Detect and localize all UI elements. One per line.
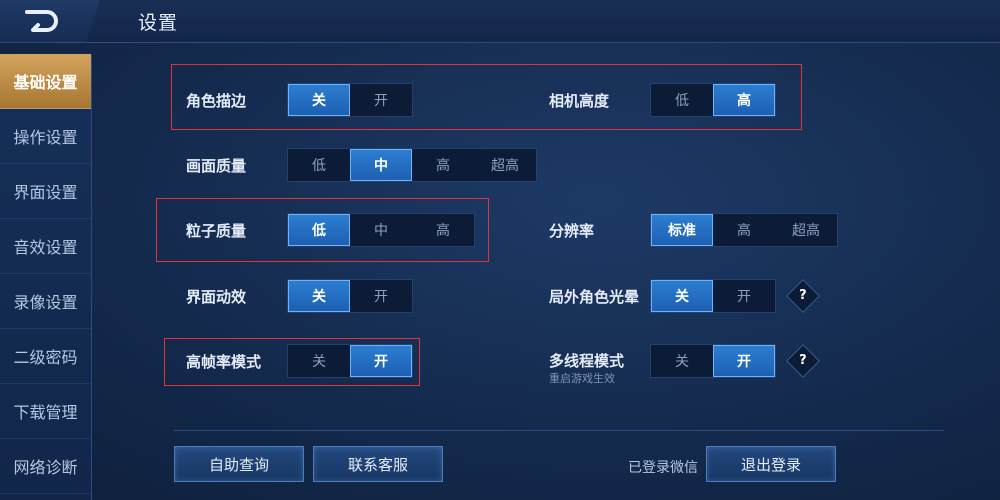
outline-option-on[interactable]: 开 [350,84,412,116]
high-fps-option-off[interactable]: 关 [288,345,350,377]
ui-effect-option-on[interactable]: 开 [350,280,412,312]
camera-height-label: 相机高度 [549,92,610,110]
quality-option-ultra[interactable]: 超高 [474,149,536,181]
ui-effect-toggle: 关 开 [287,279,413,313]
outside-glow-option-on[interactable]: 开 [713,280,775,312]
logout-button[interactable]: 退出登录 [706,446,836,482]
multithread-label: 多线程模式 [549,352,625,370]
multithread-option-on[interactable]: 开 [713,345,775,377]
camera-option-high[interactable]: 高 [713,84,775,116]
camera-option-low[interactable]: 低 [651,84,713,116]
high-fps-toggle: 关 开 [287,344,413,378]
sidebar-item-basic[interactable]: 基础设置 [0,54,91,109]
contact-support-button[interactable]: 联系客服 [313,446,443,482]
multithread-sublabel: 重启游戏生效 [549,372,615,385]
back-arrow-icon [25,10,58,32]
ui-effect-option-off[interactable]: 关 [288,280,350,312]
sidebar-item-recording[interactable]: 录像设置 [0,274,91,329]
resolution-option-high[interactable]: 高 [713,214,775,246]
particle-option-low[interactable]: 低 [288,214,350,246]
sidebar-item-secondary-password[interactable]: 二级密码 [0,329,91,384]
ui-effect-label: 界面动效 [186,288,247,306]
footer-divider [174,430,944,431]
outside-glow-help-icon[interactable]: ? [786,279,820,313]
camera-height-toggle: 低 高 [650,83,776,117]
quality-option-high[interactable]: 高 [412,149,474,181]
quality-option-medium[interactable]: 中 [350,149,412,181]
outline-toggle: 关 开 [287,83,413,117]
quality-option-low[interactable]: 低 [288,149,350,181]
multithread-toggle: 关 开 [650,344,776,378]
top-bar: 设置 [0,0,1000,43]
sidebar-item-interface[interactable]: 界面设置 [0,164,91,219]
multithread-help-icon[interactable]: ? [786,344,820,378]
high-fps-label: 高帧率模式 [186,353,262,371]
quality-label: 画面质量 [186,157,247,175]
particle-label: 粒子质量 [186,222,247,240]
outside-glow-toggle: 关 开 [650,279,776,313]
outside-glow-label: 局外角色光晕 [549,288,640,306]
outline-option-off[interactable]: 关 [288,84,350,116]
wechat-status: 已登录微信 [628,460,698,476]
particle-selector: 低 中 高 [287,213,475,247]
sidebar-item-network[interactable]: 网络诊断 [0,439,91,494]
particle-option-high[interactable]: 高 [412,214,474,246]
resolution-option-standard[interactable]: 标准 [651,214,713,246]
multithread-option-off[interactable]: 关 [651,345,713,377]
sidebar: 基础设置 操作设置 界面设置 音效设置 录像设置 二级密码 下载管理 网络诊断 [0,54,92,500]
outside-glow-option-off[interactable]: 关 [651,280,713,312]
sidebar-item-controls[interactable]: 操作设置 [0,109,91,164]
sidebar-item-downloads[interactable]: 下载管理 [0,384,91,439]
page-title: 设置 [138,12,179,34]
resolution-option-ultra[interactable]: 超高 [775,214,837,246]
particle-option-medium[interactable]: 中 [350,214,412,246]
resolution-label: 分辨率 [549,222,595,240]
quality-selector: 低 中 高 超高 [287,148,537,182]
outline-label: 角色描边 [186,92,247,110]
back-button[interactable] [0,0,100,42]
sidebar-item-audio[interactable]: 音效设置 [0,219,91,274]
resolution-selector: 标准 高 超高 [650,213,838,247]
high-fps-option-on[interactable]: 开 [350,345,412,377]
self-help-button[interactable]: 自助查询 [174,446,304,482]
